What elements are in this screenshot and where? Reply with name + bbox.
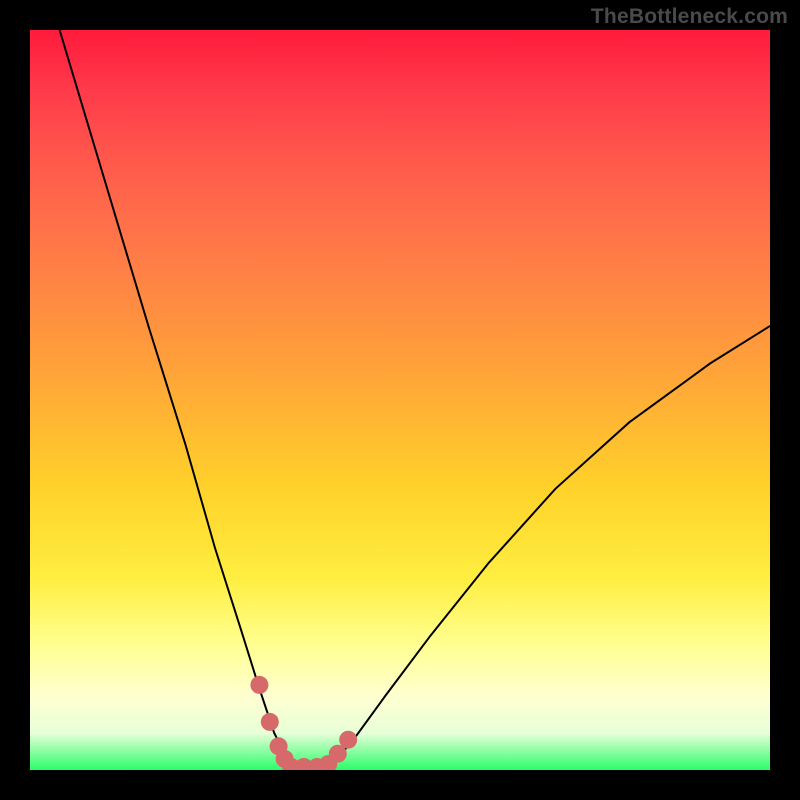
base-highlight-markers <box>250 676 357 770</box>
left-base-marker-dot <box>261 713 279 731</box>
left-descending-curve <box>60 30 293 770</box>
curves-group <box>60 30 770 770</box>
chart-frame: TheBottleneck.com <box>0 0 800 800</box>
left-base-marker-dot <box>250 676 268 694</box>
watermark-text: TheBottleneck.com <box>591 5 788 29</box>
curve-overlay <box>30 30 770 770</box>
right-base-marker-dot <box>339 731 357 749</box>
plot-area <box>30 30 770 770</box>
right-ascending-curve <box>326 326 770 770</box>
